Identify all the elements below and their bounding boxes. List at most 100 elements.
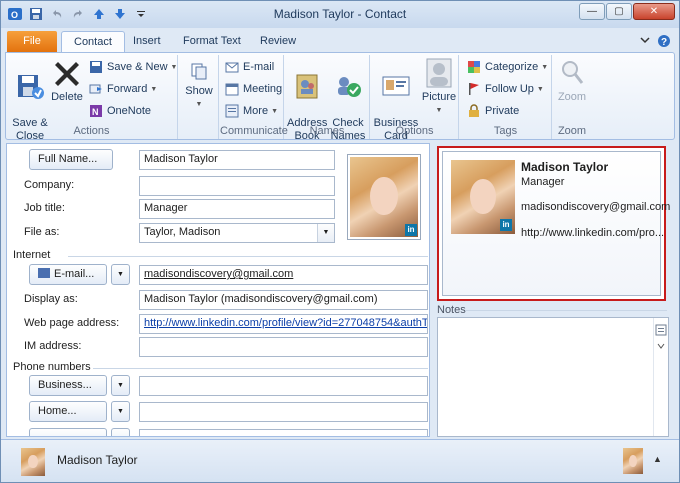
tab-insert[interactable]: Insert: [121, 31, 173, 52]
business-phone-button[interactable]: Business...: [29, 375, 107, 396]
picture-button[interactable]: Picture ▼: [421, 57, 457, 117]
job-title-label: Job title:: [24, 202, 65, 214]
save-new-label: Save & New: [107, 61, 168, 73]
options-group: Business Card Picture ▼ Options: [371, 55, 459, 142]
ribbon-tabs: File Contact Insert Format Text Review ?: [1, 28, 679, 52]
svg-text:?: ?: [661, 37, 667, 48]
phone-field-partial[interactable]: [139, 429, 428, 436]
check-names-icon: [332, 70, 364, 102]
more-button[interactable]: More ▼: [224, 101, 278, 121]
tab-file[interactable]: File: [7, 31, 57, 52]
tab-contact[interactable]: Contact: [61, 31, 125, 52]
home-phone-button[interactable]: Home...: [29, 401, 107, 422]
show-button[interactable]: Show ▼: [182, 59, 216, 111]
delete-button[interactable]: Delete: [50, 57, 84, 104]
forward-icon: [88, 81, 104, 97]
full-name-field[interactable]: Madison Taylor: [139, 150, 335, 170]
email-button[interactable]: E-mail: [224, 57, 274, 77]
job-title-field[interactable]: Manager: [139, 199, 335, 219]
forward-button[interactable]: Forward ▼: [88, 79, 157, 99]
categorize-button[interactable]: Categorize ▼: [466, 57, 548, 77]
chevron-down-icon[interactable]: ▼: [317, 224, 334, 242]
chevron-down-icon: ▼: [541, 63, 549, 71]
contact-form: Full Name... Madison Taylor Company: Job…: [6, 143, 430, 437]
chevron-down-icon: ▼: [536, 85, 544, 93]
email-row: E-mail... ▼ madisondiscovery@gmail.com: [7, 264, 429, 286]
private-label: Private: [485, 105, 520, 117]
footer-small-photo[interactable]: [623, 448, 643, 474]
help-icon[interactable]: ?: [657, 34, 671, 48]
section-divider: [93, 368, 428, 369]
show-label: Show: [185, 85, 213, 97]
section-divider: [68, 256, 428, 257]
flag-icon: [466, 81, 482, 97]
business-phone-field[interactable]: [139, 376, 428, 396]
meeting-button[interactable]: Meeting: [224, 79, 282, 99]
business-card-preview[interactable]: in Madison Taylor Manager madisondiscove…: [437, 146, 670, 301]
magnifier-icon: [556, 57, 588, 89]
internet-section-title: Internet: [13, 249, 51, 261]
contact-window: O Madison Taylor - Contact — ▢ ✕ File Co…: [0, 0, 680, 483]
business-dropdown-button[interactable]: ▼: [111, 375, 130, 396]
display-as-label: Display as:: [24, 293, 78, 305]
email-icon: [224, 59, 240, 75]
categorize-label: Categorize: [485, 61, 539, 73]
chevron-down-icon: ▼: [435, 107, 443, 114]
phone-dropdown-button-partial[interactable]: ▼: [111, 428, 130, 436]
file-as-value: Taylor, Madison: [144, 226, 221, 238]
save-new-button[interactable]: Save & New ▼: [88, 57, 177, 77]
card-name: Madison Taylor: [521, 160, 609, 174]
title-bar: O Madison Taylor - Contact — ▢ ✕: [1, 1, 679, 28]
notes-label: Notes: [437, 304, 466, 316]
more-icon: [224, 103, 240, 119]
company-label: Company:: [24, 179, 75, 191]
im-row: IM address:: [7, 336, 429, 358]
phone-button-partial[interactable]: [29, 428, 107, 436]
zoom-group-label: Zoom: [557, 125, 587, 137]
file-as-combo[interactable]: Taylor, Madison ▼: [139, 223, 335, 243]
close-button[interactable]: ✕: [633, 3, 675, 20]
tags-group-label: Tags: [493, 125, 518, 137]
onenote-icon: N: [88, 103, 104, 119]
card-email: madisondiscovery@gmail.com: [521, 201, 671, 213]
home-phone-field[interactable]: [139, 402, 428, 422]
email-type-button[interactable]: E-mail...: [29, 264, 107, 285]
home-phone-row: Home... ▼: [7, 401, 429, 423]
notes-options-icon[interactable]: [654, 324, 668, 354]
expand-people-pane-icon[interactable]: ▲: [653, 454, 662, 464]
communicate-group-label: Communicate: [220, 125, 288, 137]
email-field[interactable]: madisondiscovery@gmail.com: [139, 265, 428, 285]
full-name-button[interactable]: Full Name...: [29, 149, 113, 170]
notes-field[interactable]: [437, 317, 669, 437]
notes-scrollbar[interactable]: [653, 318, 668, 436]
follow-up-button[interactable]: Follow Up ▼: [466, 79, 544, 99]
portrait-image: [21, 448, 45, 476]
email-dropdown-button[interactable]: ▼: [111, 264, 130, 285]
tab-format-text[interactable]: Format Text: [171, 31, 253, 52]
chevron-down-icon: ▼: [271, 107, 278, 115]
web-field[interactable]: http://www.linkedin.com/profile/view?id=…: [139, 314, 428, 334]
business-card-inner: in Madison Taylor Manager madisondiscove…: [442, 151, 670, 296]
tab-review[interactable]: Review: [248, 31, 308, 52]
maximize-button[interactable]: ▢: [606, 3, 632, 20]
internet-section: Internet: [13, 249, 429, 261]
minimize-button[interactable]: —: [579, 3, 605, 20]
save-new-icon: [88, 59, 104, 75]
home-dropdown-button[interactable]: ▼: [111, 401, 130, 422]
display-as-field[interactable]: Madison Taylor (madisondiscovery@gmail.c…: [139, 290, 428, 310]
chevron-down-icon: ▼: [150, 85, 158, 93]
company-field[interactable]: [139, 176, 335, 196]
svg-text:N: N: [92, 107, 99, 117]
address-book-icon: [291, 70, 323, 102]
im-field[interactable]: [139, 337, 428, 357]
names-group: Address Book Check Names Names: [285, 55, 370, 142]
web-row: Web page address: http://www.linkedin.co…: [7, 313, 429, 335]
ribbon-tab-icons: ?: [639, 34, 671, 48]
private-button[interactable]: Private: [466, 101, 519, 121]
categorize-icon: [466, 59, 482, 75]
zoom-button[interactable]: Zoom: [555, 57, 589, 104]
minimize-ribbon-icon[interactable]: [639, 34, 651, 46]
onenote-button[interactable]: N OneNote: [88, 101, 151, 121]
meeting-icon: [224, 81, 240, 97]
contact-photo[interactable]: in: [347, 154, 421, 240]
